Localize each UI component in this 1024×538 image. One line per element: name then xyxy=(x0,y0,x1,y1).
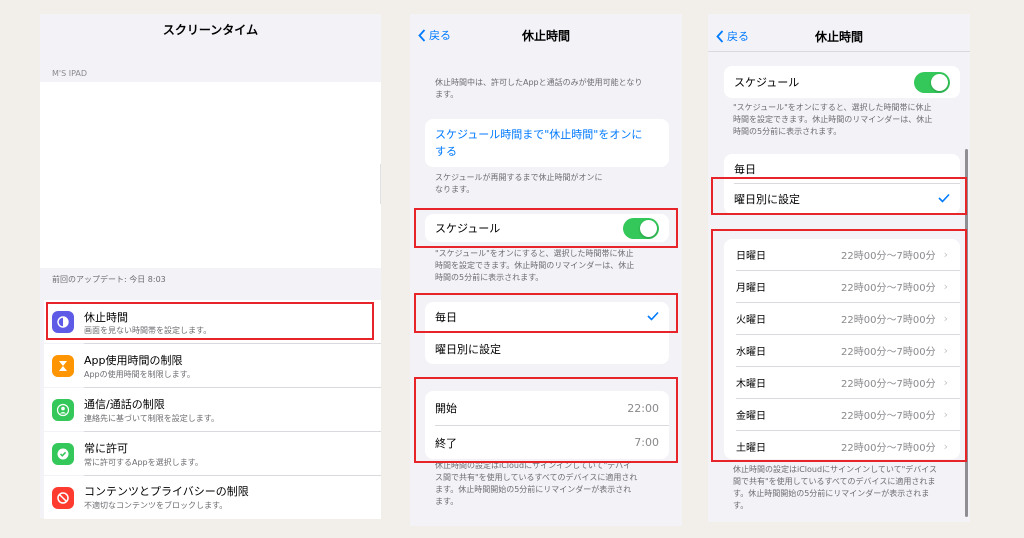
hourglass-icon xyxy=(52,355,74,377)
end-value: 7:00 xyxy=(634,436,659,449)
device-label: M'S IPAD xyxy=(52,69,88,78)
checkmark-badge-icon xyxy=(52,443,74,465)
last-update-label: 前回のアップデート: 今日 8:03 xyxy=(52,275,166,284)
day-time: 22時00分〜7時00分 xyxy=(841,443,936,454)
footer-note: 休止時間の設定はiCloudにサインインしていて"デバイス間で共有"を使用してい… xyxy=(733,465,938,510)
schedule-toggle[interactable] xyxy=(623,217,659,239)
end-label: 終了 xyxy=(435,436,457,450)
option-per-day[interactable]: 曜日別に設定 xyxy=(724,184,960,214)
frequency-options: 毎日 曜日別に設定 xyxy=(425,302,669,364)
downtime-panel: 戻る 休止時間 休止時間中は、許可したAppと通話のみが使用可能となり ます。 ス… xyxy=(410,14,682,526)
menu-item-title: 通信/通話の制限 xyxy=(84,398,165,411)
no-entry-icon xyxy=(52,487,74,509)
page-title: 休止時間 xyxy=(814,30,863,44)
menu-item-app-limits[interactable]: App使用時間の制限 Appの使用時間を制限します。 xyxy=(44,344,381,387)
usage-card[interactable] xyxy=(40,82,381,268)
day-time: 22時00分〜7時00分 xyxy=(841,283,936,294)
day-time: 22時00分〜7時00分 xyxy=(841,315,936,326)
scrollbar[interactable] xyxy=(965,149,968,517)
chevron-right-icon: › xyxy=(943,248,948,261)
checkmark-icon xyxy=(647,311,659,324)
frequency-options: 毎日 曜日別に設定 xyxy=(724,154,960,214)
day-row[interactable]: 火曜日 22時00分〜7時00分 › xyxy=(724,303,960,334)
menu-item-title: App使用時間の制限 xyxy=(84,354,183,367)
day-label: 土曜日 xyxy=(736,443,766,454)
menu-item-subtitle: 不適切なコンテンツをブロックします。 xyxy=(84,501,228,510)
schedule-note: "スケジュール"をオンにすると、選択した時間帯に休止 時間を設定できます。休止時間… xyxy=(435,249,635,282)
start-time-row[interactable]: 開始 22:00 xyxy=(425,391,669,425)
menu-item-subtitle: 画面を見ない時間帯を設定します。 xyxy=(84,326,212,335)
day-label: 火曜日 xyxy=(736,315,766,326)
chevron-right-icon: › xyxy=(943,440,948,453)
nav-divider xyxy=(708,51,970,52)
day-label: 木曜日 xyxy=(736,379,766,390)
menu-item-title: コンテンツとプライバシーの制限 xyxy=(84,485,249,498)
footer-note: 休止時間の設定はiCloudにサインインしていて"デバイス間で共有"を使用してい… xyxy=(435,461,638,506)
schedule-note: "スケジュール"をオンにすると、選択した時間帯に休止 時間を設定できます。休止時間… xyxy=(733,103,933,136)
chevron-right-icon: › xyxy=(943,280,948,293)
day-label: 月曜日 xyxy=(736,283,766,294)
day-row[interactable]: 水曜日 22時00分〜7時00分 › xyxy=(724,335,960,366)
day-time: 22時00分〜7時00分 xyxy=(841,411,936,422)
option-label: 毎日 xyxy=(435,311,457,324)
day-label: 水曜日 xyxy=(736,347,766,358)
day-row[interactable]: 月曜日 22時00分〜7時00分 › xyxy=(724,271,960,302)
menu-item-communication-limits[interactable]: 通信/通話の制限 連絡先に基づいて制限を設定します。 xyxy=(44,388,381,431)
day-label: 日曜日 xyxy=(736,251,766,262)
day-list: 日曜日 22時00分〜7時00分 › 月曜日 22時00分〜7時00分 › 火曜日 … xyxy=(724,239,960,459)
menu-item-always-allowed[interactable]: 常に許可 常に許可するAppを選択します。 xyxy=(44,432,381,475)
menu-item-title: 常に許可 xyxy=(84,442,128,455)
day-row[interactable]: 日曜日 22時00分〜7時00分 › xyxy=(724,239,960,270)
link-note: スケジュールが再開するまで休止時間がオンに なります。 xyxy=(435,173,603,194)
menu-item-subtitle: 常に許可するAppを選択します。 xyxy=(84,458,203,467)
option-label: 曜日別に設定 xyxy=(435,342,501,356)
chevron-right-icon: › xyxy=(943,312,948,325)
page-title: 休止時間 xyxy=(521,29,570,43)
day-row[interactable]: 木曜日 22時00分〜7時00分 › xyxy=(724,367,960,398)
turn-on-until-schedule-link[interactable]: スケジュール時間まで"休止時間"をオンに する xyxy=(425,119,669,167)
day-time: 22時00分〜7時00分 xyxy=(841,379,936,390)
menu-item-title: 休止時間 xyxy=(84,311,128,324)
schedule-label: スケジュール xyxy=(435,222,501,235)
option-label: 曜日別に設定 xyxy=(734,193,800,206)
day-time: 22時00分〜7時00分 xyxy=(841,251,936,262)
schedule-label: スケジュール xyxy=(734,76,800,89)
downtime-per-day-panel: 戻る 休止時間 スケジュール "スケジュール"をオンにすると、選択した時間帯に休… xyxy=(708,14,970,522)
day-label: 金曜日 xyxy=(736,411,766,422)
chevron-right-icon: › xyxy=(943,344,948,357)
day-row[interactable]: 土曜日 22時00分〜7時00分 › xyxy=(724,431,960,462)
downtime-icon xyxy=(52,311,74,333)
checkmark-icon xyxy=(938,193,950,206)
intro-text: 休止時間中は、許可したAppと通話のみが使用可能となり ます。 xyxy=(435,78,643,99)
option-everyday[interactable]: 毎日 xyxy=(724,154,960,183)
contact-icon xyxy=(52,399,74,421)
option-everyday[interactable]: 毎日 xyxy=(425,302,669,332)
time-settings: 開始 22:00 終了 7:00 xyxy=(425,391,669,459)
menu-item-subtitle: Appの使用時間を制限します。 xyxy=(84,370,195,379)
menu-item-subtitle: 連絡先に基づいて制限を設定します。 xyxy=(84,414,219,423)
schedule-row: スケジュール xyxy=(425,214,669,242)
day-row[interactable]: 金曜日 22時00分〜7時00分 › xyxy=(724,399,960,430)
chevron-right-icon: › xyxy=(943,376,948,389)
menu-item-content-privacy[interactable]: コンテンツとプライバシーの制限 不適切なコンテンツをブロックします。 xyxy=(44,476,381,519)
start-value: 22:00 xyxy=(627,401,659,415)
start-label: 開始 xyxy=(435,402,457,415)
usage-card-divider xyxy=(380,164,381,204)
option-label: 毎日 xyxy=(734,162,756,176)
end-time-row[interactable]: 終了 7:00 xyxy=(425,426,669,459)
page-title: スクリーンタイム xyxy=(162,23,259,37)
schedule-toggle[interactable] xyxy=(914,71,950,93)
option-per-day[interactable]: 曜日別に設定 xyxy=(425,333,669,364)
schedule-row: スケジュール xyxy=(724,66,960,98)
chevron-right-icon: › xyxy=(943,408,948,421)
menu-item-downtime[interactable]: 休止時間 画面を見ない時間帯を設定します。 xyxy=(44,300,381,343)
day-time: 22時00分〜7時00分 xyxy=(841,347,936,358)
